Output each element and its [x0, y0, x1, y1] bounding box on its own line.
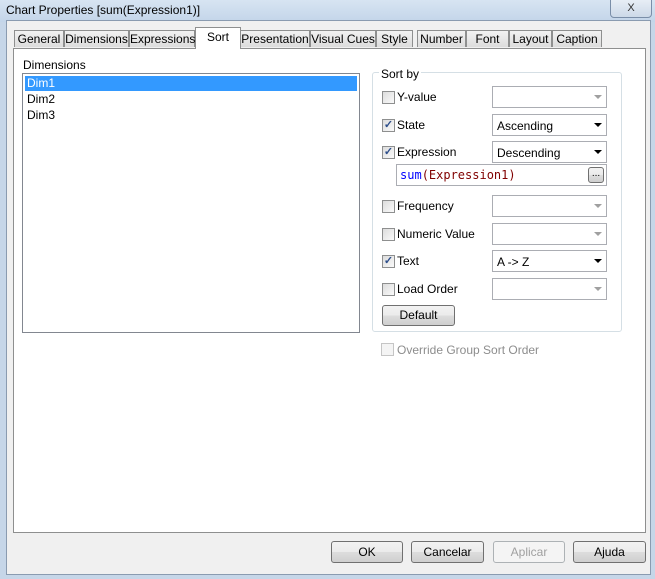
- expr-func: sum: [400, 168, 422, 182]
- cancel-button[interactable]: Cancelar: [411, 541, 484, 563]
- chevron-down-icon: [594, 150, 602, 154]
- numeric-value-order-dropdown[interactable]: [492, 223, 607, 245]
- dimensions-label: Dimensions: [23, 58, 86, 72]
- chevron-down-icon: [594, 123, 602, 127]
- frequency-label: Frequency: [397, 199, 454, 213]
- ok-button[interactable]: OK: [331, 541, 403, 563]
- dropdown-value: Ascending: [497, 119, 554, 133]
- tab-font[interactable]: Font: [466, 30, 509, 47]
- tab-presentation[interactable]: Presentation: [240, 30, 310, 47]
- override-label: Override Group Sort Order: [397, 343, 540, 357]
- tab-visual-cues[interactable]: Visual Cues: [310, 30, 376, 47]
- numeric-value-checkbox[interactable]: [382, 228, 395, 241]
- tab-style[interactable]: Style: [376, 30, 413, 47]
- close-button[interactable]: X: [610, 0, 652, 18]
- load-order-order-dropdown[interactable]: [492, 278, 607, 300]
- chevron-down-icon: [594, 287, 602, 291]
- expression-checkbox[interactable]: ✓: [382, 146, 395, 159]
- frequency-checkbox[interactable]: [382, 200, 395, 213]
- text-order-dropdown[interactable]: A -> Z: [492, 250, 607, 272]
- override-checkbox[interactable]: [381, 343, 394, 356]
- expression-browse-button[interactable]: ...: [588, 167, 604, 183]
- sort-by-label: Sort by: [379, 67, 422, 81]
- sort-expression-field[interactable]: sum(Expression1) ...: [396, 164, 607, 186]
- default-button[interactable]: Default: [382, 305, 455, 326]
- list-item-dim1[interactable]: Dim1: [25, 76, 357, 91]
- state-label: State: [397, 118, 426, 132]
- tab-sort[interactable]: Sort: [195, 27, 241, 49]
- expr-arg: (Expression1): [421, 168, 516, 182]
- tab-dimensions[interactable]: Dimensions: [64, 30, 129, 47]
- apply-button[interactable]: Aplicar: [493, 541, 565, 563]
- expression-label: Expression: [397, 145, 457, 159]
- chevron-down-icon: [594, 232, 602, 236]
- title-bar: Chart Properties [sum(Expression1)] X: [0, 0, 655, 22]
- list-item-dim3[interactable]: Dim3: [25, 108, 357, 123]
- tab-layout[interactable]: Layout: [509, 30, 552, 47]
- text-label: Text: [397, 254, 420, 268]
- chevron-down-icon: [594, 95, 602, 99]
- y-value-label: Y-value: [397, 90, 437, 104]
- expression-order-dropdown[interactable]: Descending: [492, 141, 607, 163]
- frequency-order-dropdown[interactable]: [492, 195, 607, 217]
- help-button[interactable]: Ajuda: [573, 541, 646, 563]
- tab-number[interactable]: Number: [417, 30, 466, 47]
- dropdown-value: A -> Z: [497, 255, 530, 269]
- state-checkbox[interactable]: ✓: [382, 119, 395, 132]
- numeric-value-label: Numeric Value: [397, 227, 475, 241]
- load-order-checkbox[interactable]: [382, 283, 395, 296]
- list-item-dim2[interactable]: Dim2: [25, 92, 357, 107]
- dropdown-value: Descending: [497, 146, 561, 160]
- text-checkbox[interactable]: ✓: [382, 255, 395, 268]
- load-order-label: Load Order: [397, 282, 458, 296]
- y-value-checkbox[interactable]: [382, 91, 395, 104]
- dimensions-list[interactable]: Dim1 Dim2 Dim3: [22, 73, 360, 333]
- chevron-down-icon: [594, 259, 602, 263]
- state-order-dropdown[interactable]: Ascending: [492, 114, 607, 136]
- chevron-down-icon: [594, 204, 602, 208]
- window-title: Chart Properties [sum(Expression1)]: [6, 3, 201, 17]
- y-value-order-dropdown[interactable]: [492, 86, 607, 108]
- tab-caption[interactable]: Caption: [552, 30, 602, 47]
- tab-expressions[interactable]: Expressions: [129, 30, 195, 47]
- tab-general[interactable]: General: [14, 30, 64, 47]
